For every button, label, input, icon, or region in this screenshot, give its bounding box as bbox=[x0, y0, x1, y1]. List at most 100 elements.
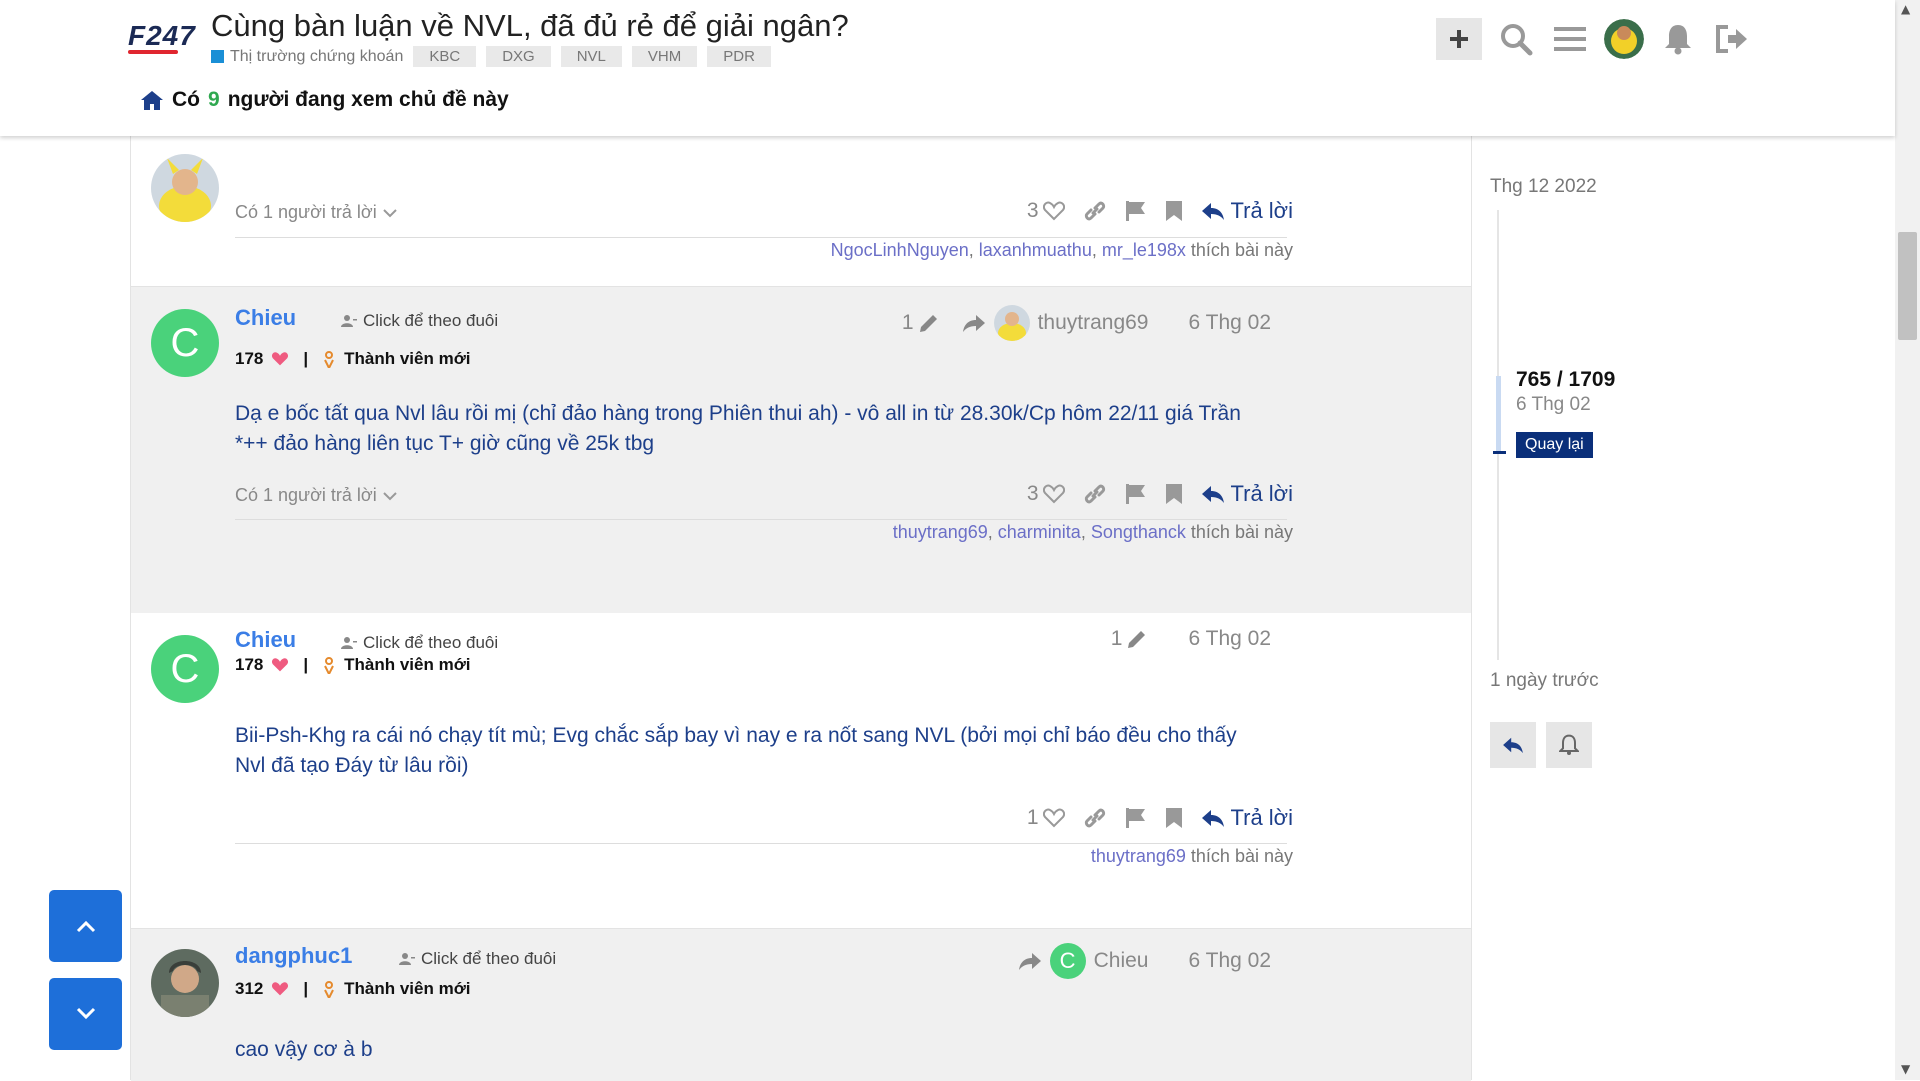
page-scrollbar[interactable] bbox=[1895, 0, 1920, 1080]
topic-title[interactable]: Cùng bàn luận về NVL, đã đủ rẻ để giải n… bbox=[211, 8, 849, 44]
heart-outline-icon bbox=[1042, 484, 1065, 504]
menu-button[interactable] bbox=[1550, 19, 1590, 59]
timeline-current-marker bbox=[1493, 451, 1506, 454]
home-icon[interactable] bbox=[140, 89, 164, 111]
timeline-start-date[interactable]: Thg 12 2022 bbox=[1490, 176, 1597, 198]
scroll-to-top-button[interactable] bbox=[49, 890, 122, 962]
liker-link[interactable]: thuytrang69 bbox=[1091, 846, 1186, 866]
tag-vhm[interactable]: VHM bbox=[631, 46, 698, 67]
post-stream: Có 1 người trả lời 3 Trả lời NgocLinhNgu… bbox=[130, 136, 1472, 1081]
replies-toggle[interactable]: Có 1 người trả lời bbox=[235, 485, 397, 506]
link-icon[interactable] bbox=[1083, 199, 1107, 223]
timeline-reply-button[interactable] bbox=[1490, 722, 1536, 768]
post-avatar[interactable]: C bbox=[151, 635, 219, 703]
viewers-count: 9 bbox=[208, 88, 220, 111]
user-follow-icon bbox=[341, 315, 357, 327]
user-rank: Thành viên mới bbox=[344, 349, 471, 368]
notifications-button[interactable] bbox=[1658, 19, 1698, 59]
liker-link[interactable]: laxanhmuathu bbox=[979, 240, 1092, 260]
timeline-notification-button[interactable] bbox=[1546, 722, 1592, 768]
chevron-up-icon bbox=[76, 920, 95, 933]
edit-history-button[interactable]: 1 bbox=[902, 311, 940, 335]
post-username[interactable]: dangphuc1 bbox=[235, 943, 352, 969]
replies-count-label: Có 1 người trả lời bbox=[235, 202, 377, 222]
user-rank: Thành viên mới bbox=[344, 655, 471, 674]
post-header-right: C Chieu 6 Thg 02 bbox=[1018, 943, 1271, 979]
edit-history-button[interactable]: 1 bbox=[1111, 627, 1149, 651]
site-logo[interactable]: F247 bbox=[128, 20, 208, 56]
heart-icon bbox=[272, 658, 289, 672]
bookmark-icon[interactable] bbox=[1165, 807, 1183, 829]
follow-button[interactable]: Click để theo đuôi bbox=[399, 949, 556, 969]
reply-to-link[interactable]: thuytrang69 bbox=[962, 305, 1148, 341]
follow-button[interactable]: Click để theo đuôi bbox=[341, 633, 498, 653]
likers-row: NgocLinhNguyen, laxanhmuathu, mr_le198x … bbox=[830, 240, 1293, 260]
scroll-down-arrow[interactable]: ▼ bbox=[1901, 1062, 1910, 1076]
heart-outline-icon bbox=[1042, 808, 1065, 828]
reply-button[interactable]: Trả lời bbox=[1201, 805, 1293, 831]
reply-button[interactable]: Trả lời bbox=[1201, 198, 1294, 224]
timeline-current-date: 6 Thg 02 bbox=[1516, 394, 1591, 415]
reply-label: Trả lời bbox=[1230, 198, 1294, 223]
flag-icon[interactable] bbox=[1125, 807, 1147, 829]
flag-icon[interactable] bbox=[1125, 200, 1147, 222]
tag-dxg[interactable]: DXG bbox=[486, 46, 551, 67]
liker-link[interactable]: mr_le198x bbox=[1102, 240, 1186, 260]
post-actions: 3 Trả lời bbox=[1027, 198, 1293, 224]
search-button[interactable] bbox=[1496, 19, 1536, 59]
tag-nvl[interactable]: NVL bbox=[560, 46, 622, 67]
user-meta: 312 | Thành viên mới bbox=[235, 979, 471, 999]
post-date[interactable]: 6 Thg 02 bbox=[1188, 949, 1271, 973]
post-avatar[interactable] bbox=[151, 154, 219, 222]
reply-to-link[interactable]: C Chieu bbox=[1018, 943, 1148, 979]
category-link[interactable]: Thị trường chứng khoán bbox=[211, 48, 403, 66]
post-username[interactable]: Chieu bbox=[235, 305, 296, 331]
bookmark-icon[interactable] bbox=[1165, 200, 1183, 222]
likers-suffix: thích bài này bbox=[1190, 240, 1293, 260]
heart-icon bbox=[272, 352, 289, 366]
reply-button[interactable]: Trả lời bbox=[1201, 481, 1293, 507]
user-avatar-button[interactable] bbox=[1604, 19, 1644, 59]
user-score: 312 bbox=[235, 979, 264, 998]
like-button[interactable]: 3 bbox=[1027, 482, 1065, 506]
post-avatar[interactable]: C bbox=[151, 309, 219, 377]
follow-label: Click để theo đuôi bbox=[363, 633, 499, 652]
reply-arrow-icon bbox=[1201, 203, 1224, 220]
like-button[interactable]: 1 bbox=[1027, 806, 1065, 830]
scrollbar-thumb[interactable] bbox=[1898, 232, 1917, 340]
edit-count: 1 bbox=[1110, 627, 1123, 650]
liker-link[interactable]: charminita bbox=[998, 522, 1081, 542]
meta-separator: | bbox=[303, 349, 309, 368]
bookmark-icon[interactable] bbox=[1165, 483, 1183, 505]
link-icon[interactable] bbox=[1083, 806, 1107, 830]
tag-pdr[interactable]: PDR bbox=[707, 46, 771, 67]
post-content: cao vậy cơ à b bbox=[235, 1038, 373, 1061]
post-date[interactable]: 6 Thg 02 bbox=[1188, 627, 1271, 651]
search-icon bbox=[1501, 24, 1533, 56]
post-date[interactable]: 6 Thg 02 bbox=[1188, 311, 1271, 335]
post-header-right: 1 6 Thg 02 bbox=[1111, 627, 1271, 651]
liker-link[interactable]: Songthanck bbox=[1091, 522, 1186, 542]
replies-toggle[interactable]: Có 1 người trả lời bbox=[235, 202, 397, 223]
follow-button[interactable]: Click để theo đuôi bbox=[341, 311, 498, 331]
like-button[interactable]: 3 bbox=[1027, 199, 1065, 223]
liker-link[interactable]: NgocLinhNguyen bbox=[831, 240, 969, 260]
post-divider bbox=[235, 843, 1287, 844]
timeline-handle[interactable] bbox=[1496, 376, 1501, 454]
chevron-down-icon bbox=[76, 1007, 95, 1020]
timeline-end-date[interactable]: 1 ngày trước bbox=[1490, 670, 1599, 692]
chevron-down-icon bbox=[383, 208, 397, 217]
chevron-down-icon bbox=[383, 491, 397, 500]
link-icon[interactable] bbox=[1083, 482, 1107, 506]
new-topic-button[interactable] bbox=[1436, 18, 1482, 60]
tag-kbc[interactable]: KBC bbox=[413, 46, 477, 67]
liker-link[interactable]: thuytrang69 bbox=[893, 522, 988, 542]
post-avatar[interactable] bbox=[151, 949, 219, 1017]
user-score: 178 bbox=[235, 655, 264, 674]
flag-icon[interactable] bbox=[1125, 483, 1147, 505]
scroll-to-bottom-button[interactable] bbox=[49, 978, 122, 1050]
scroll-up-arrow[interactable]: ▲ bbox=[1901, 2, 1910, 16]
post-username[interactable]: Chieu bbox=[235, 627, 296, 653]
logout-button[interactable] bbox=[1712, 19, 1752, 59]
timeline-back-button[interactable]: Quay lại bbox=[1516, 432, 1593, 458]
